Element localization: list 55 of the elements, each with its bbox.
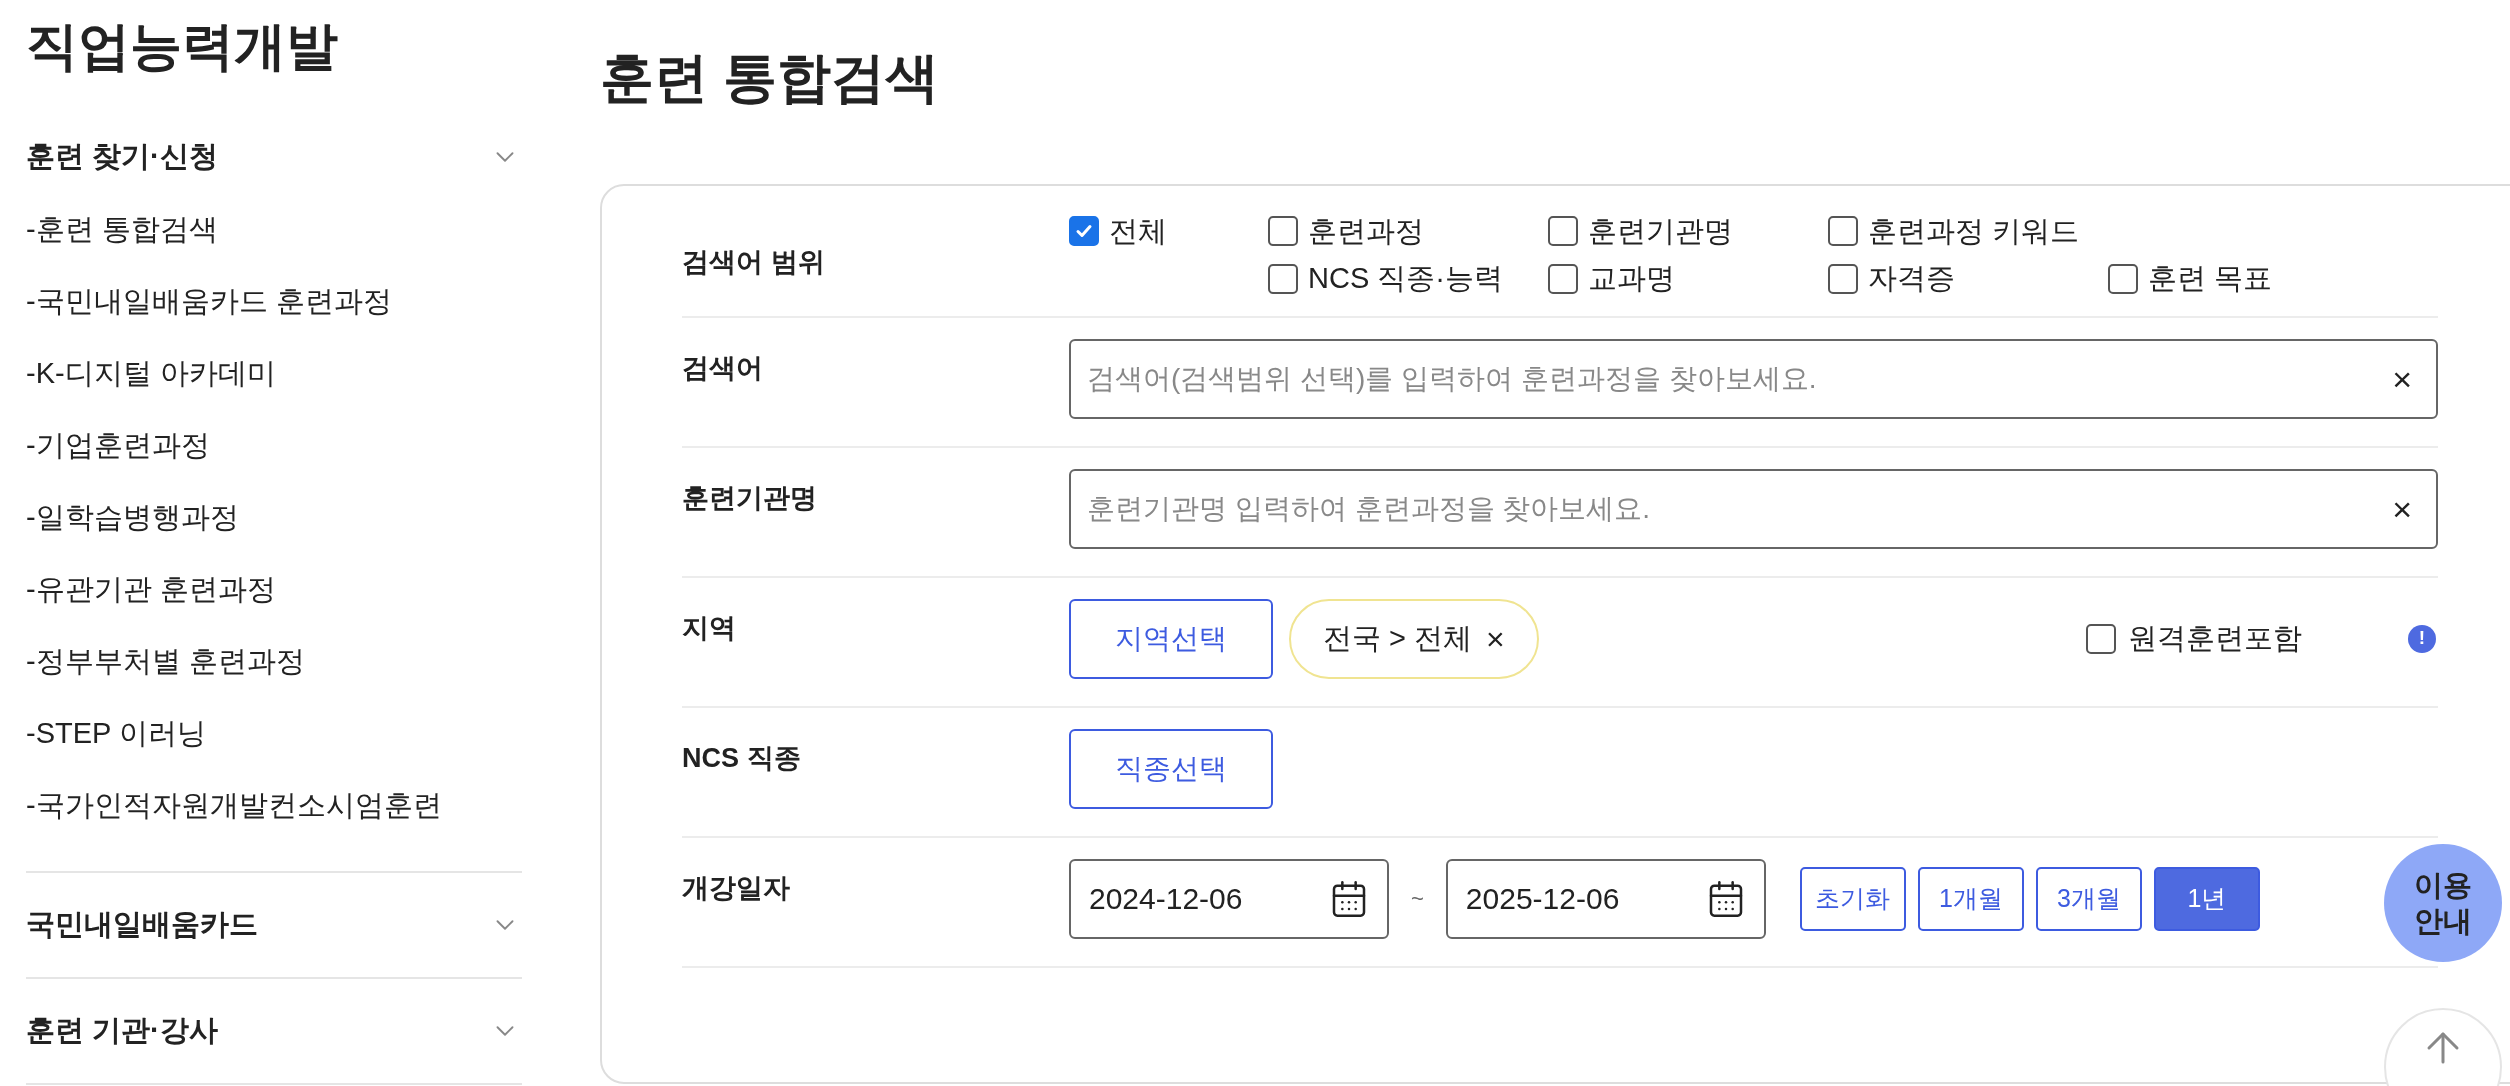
menu-item[interactable]: -훈련 통합검색 (26, 193, 522, 265)
search-field[interactable]: 검색어(검색범위 선택)를 입력하여 훈련과정을 찾아보세요. × (1069, 338, 2438, 419)
sidebar-title: 직업능력개발 (26, 16, 339, 77)
checkbox[interactable] (1268, 263, 1298, 294)
menu-group-header[interactable]: 국민내일배움카드 (26, 873, 522, 977)
checkbox-label: 전체 (1109, 213, 1167, 249)
menu-item[interactable]: -일학습병행과정 (26, 481, 522, 553)
checkbox-label: NCS 직종·능력 (1308, 261, 1503, 296)
clear-button[interactable]: × (2384, 361, 2420, 396)
checkbox[interactable] (2086, 623, 2116, 654)
period-button[interactable]: 초기화 (1799, 866, 1906, 931)
menu-item[interactable]: -국가인적자원개발컨소시엄훈련 (26, 769, 522, 841)
clear-button[interactable]: × (2384, 491, 2420, 526)
menu-item[interactable]: -기업훈련과정 (26, 409, 522, 481)
info-icon[interactable]: ! (2408, 624, 2436, 653)
field-label: 검색어 범위 (682, 246, 825, 277)
checkbox[interactable] (1828, 216, 1858, 247)
menu-group-header[interactable]: 훈련 찾기·신청 (26, 135, 522, 179)
period-button[interactable]: 1개월 (1917, 866, 2024, 931)
checkbox[interactable] (1548, 263, 1578, 294)
date-field[interactable]: 2024-12-06 (1069, 858, 1389, 939)
menu-item[interactable]: -STEP 이러닝 (26, 697, 522, 769)
menu-group-header[interactable]: 훈련 기관·강사 (26, 979, 522, 1083)
checkbox-label: 훈련기관명 (1588, 213, 1733, 249)
field-label: 지역 (682, 612, 736, 643)
field-label: NCS 직종 (682, 742, 801, 773)
job-select-button[interactable]: 직종선택 (1069, 728, 1273, 809)
checkbox-label: 훈련과정 키워드 (1868, 213, 2080, 249)
checkbox-label: 원격훈련포함 (2128, 620, 2302, 656)
field-label: 훈련기관명 (682, 482, 817, 513)
search-field[interactable]: 훈련기관명 입력하여 훈련과정을 찾아보세요. × (1069, 468, 2438, 549)
checkbox[interactable] (2108, 263, 2138, 294)
checkbox[interactable] (1069, 216, 1099, 247)
checkbox[interactable] (1268, 216, 1298, 247)
menu-item[interactable]: -K-디지털 아카데미 (26, 337, 522, 409)
range-separator: ~ (1411, 885, 1424, 913)
checkbox[interactable] (1828, 263, 1858, 294)
chip-label: 전국 > 전체 (1323, 620, 1473, 656)
menu-item[interactable]: -국민내일배움카드 훈련과정 (26, 265, 522, 337)
checkbox-label: 자격증 (1868, 261, 1955, 296)
guide-button[interactable]: 이용 안내 (2384, 844, 2502, 962)
period-button[interactable]: 3개월 (2035, 866, 2142, 931)
menu-item[interactable]: -정부부처별 훈련과정 (26, 625, 522, 697)
field-label: 개강일자 (682, 872, 790, 903)
checkbox-label: 훈련과정 (1308, 213, 1424, 249)
page-title: 훈련 통합검색 (600, 46, 940, 109)
region-select-button[interactable]: 지역선택 (1069, 598, 1273, 679)
field-label: 검색어 (682, 352, 763, 383)
checkbox-label: 교과명 (1588, 261, 1675, 296)
date-field[interactable]: 2025-12-06 (1445, 858, 1766, 939)
chip-remove-button[interactable]: × (1486, 622, 1505, 655)
period-button[interactable]: 1년 (2153, 866, 2260, 931)
checkbox-label: 훈련 목표 (2148, 261, 2273, 296)
checkbox[interactable] (1548, 216, 1578, 247)
menu-item[interactable]: -유관기관 훈련과정 (26, 553, 522, 625)
